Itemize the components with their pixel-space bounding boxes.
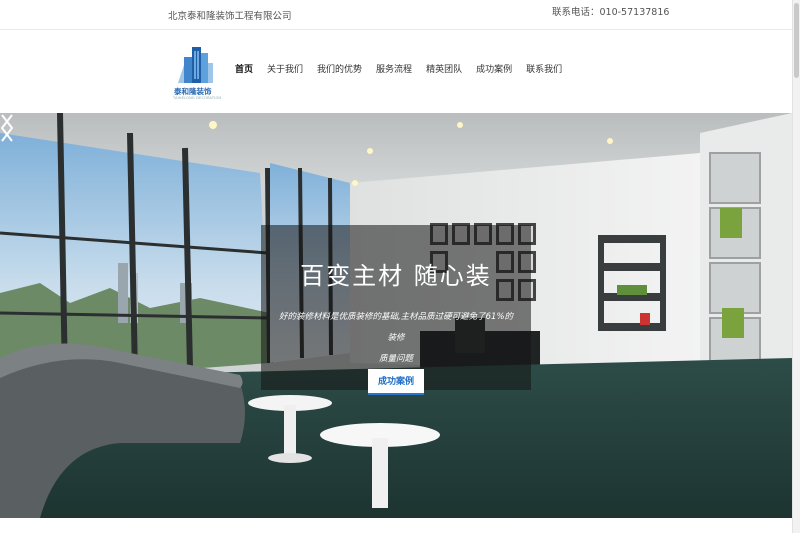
company-name: 北京泰和隆装饰工程有限公司 bbox=[168, 11, 292, 22]
hero-description-line-1: 好的装修材料是优质装修的基础,主材品质过硬可避免了61%的装修 bbox=[278, 312, 514, 343]
hero-banner: 百变主材 随心装 好的装修材料是优质装修的基础,主材品质过硬可避免了61%的装修… bbox=[0, 113, 792, 518]
contact-phone: 联系电话：010-57137816 bbox=[552, 7, 670, 18]
nav-item-process[interactable]: 服务流程 bbox=[369, 63, 419, 77]
nav-item-home[interactable]: 首页 bbox=[228, 63, 260, 77]
site-header: 泰和隆装饰 TAIHELONG DECORATION 首页 关于我们 我们的优势… bbox=[0, 30, 800, 113]
scrollbar-thumb[interactable] bbox=[794, 3, 799, 78]
nav-item-advantages[interactable]: 我们的优势 bbox=[310, 63, 369, 77]
success-cases-button[interactable]: 成功案例 bbox=[368, 369, 424, 395]
main-nav: 首页 关于我们 我们的优势 服务流程 精英团队 成功案例 联系我们 bbox=[228, 63, 569, 77]
page-scrollbar[interactable] bbox=[792, 0, 800, 533]
below-hero-strip bbox=[0, 518, 792, 533]
hero-description: 好的装修材料是优质装修的基础,主材品质过硬可避免了61%的装修 质量问题 bbox=[276, 307, 516, 370]
hero-description-line-2: 质量问题 bbox=[378, 354, 413, 364]
nav-item-contact[interactable]: 联系我们 bbox=[519, 63, 569, 77]
chevron-right-icon[interactable] bbox=[0, 113, 14, 143]
top-bar: 北京泰和隆装饰工程有限公司 联系电话：010-57137816 bbox=[0, 0, 800, 30]
nav-item-about[interactable]: 关于我们 bbox=[260, 63, 310, 77]
logo-subtext: TAIHELONG DECORATION bbox=[173, 96, 222, 100]
hero-title: 百变主材 随心装 bbox=[300, 262, 492, 290]
nav-item-team[interactable]: 精英团队 bbox=[419, 63, 469, 77]
nav-item-cases[interactable]: 成功案例 bbox=[469, 63, 519, 77]
